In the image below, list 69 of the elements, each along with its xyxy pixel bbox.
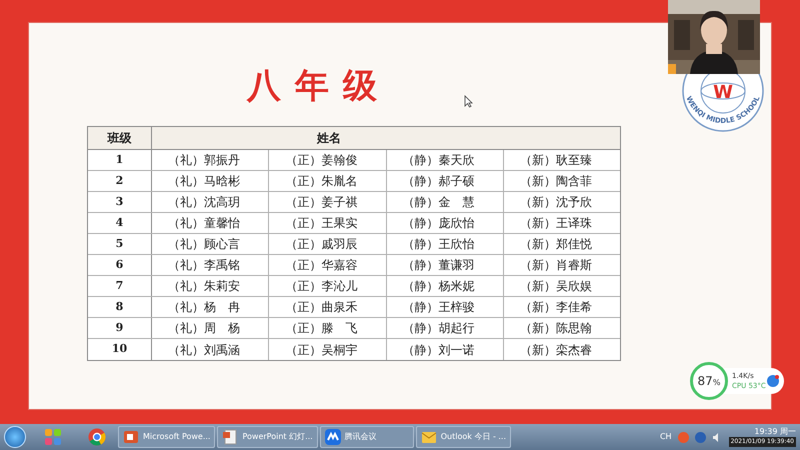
table-cell-text: （新）栾杰睿 <box>518 342 593 358</box>
table-cell: （礼）马晗彬 <box>152 171 270 191</box>
table-cell: （静）胡起行 <box>386 318 504 338</box>
slide-title: 八年级 <box>247 66 391 106</box>
table-cell: 6 <box>88 255 152 275</box>
table-cell: （礼）刘禹涵 <box>152 339 270 360</box>
language-indicator[interactable]: CH <box>660 431 672 443</box>
table-cell: （正）滕 飞 <box>269 318 386 338</box>
start-button[interactable] <box>4 426 26 448</box>
table-cell: 8 <box>88 297 152 317</box>
table-cell-text: （新）沈予欣 <box>518 194 593 211</box>
table-cell: （礼）顾心言 <box>152 234 270 254</box>
document-icon <box>222 429 238 445</box>
table-cell-text: （新）陈思翰 <box>518 320 593 337</box>
taskbar-button[interactable]: Microsoft Powe... <box>118 426 216 448</box>
table-cell: （静）王欣怡 <box>386 234 504 254</box>
table-cell-text: （新）郑佳悦 <box>518 236 593 253</box>
table-cell: （礼）周 杨 <box>152 318 270 338</box>
table-cell-text: （新）肖睿斯 <box>518 257 593 274</box>
table-cell: （静）刘一诺 <box>386 339 504 360</box>
table-cell: （礼）李禹铭 <box>152 255 270 275</box>
table-cell: （静）董谦羽 <box>386 255 504 275</box>
table-cell: 7 <box>88 276 152 296</box>
table-cell: （正）王果实 <box>269 213 386 233</box>
table-cell: （礼）朱莉安 <box>152 276 270 296</box>
taskbar-button[interactable]: Outlook 今日 - ... <box>416 426 512 448</box>
table-cell-text: （新）李佳希 <box>518 299 593 316</box>
envelope-icon <box>420 429 437 445</box>
table-cell: 2 <box>88 171 152 191</box>
table-cell: （礼）郭振丹 <box>152 150 270 170</box>
browser-icon[interactable] <box>88 428 106 446</box>
table-cell: （礼）童馨怡 <box>152 213 270 233</box>
table-cell: 1 <box>88 150 152 170</box>
table-cell: （静）杨米妮 <box>386 276 504 296</box>
speed-icon <box>766 375 779 387</box>
taskbar-button[interactable]: PowerPoint 幻灯... <box>217 426 318 448</box>
table-cell-text: （新）耿至臻 <box>518 152 593 169</box>
table-cell: 9 <box>88 318 152 338</box>
table-cell-text: （新）吴欣娱 <box>518 278 593 295</box>
table-cell-text: （新）王译珠 <box>518 215 593 232</box>
cursor-icon <box>464 95 473 108</box>
table-cell: （静）庞欣怡 <box>386 213 504 233</box>
table-cell: （正）姜翰俊 <box>269 150 386 170</box>
table-cell: （静）郝子硕 <box>386 171 504 191</box>
meeting-icon <box>324 429 341 445</box>
table-cell: （正）李沁儿 <box>269 276 386 296</box>
table-cell: （正）曲泉禾 <box>269 297 386 317</box>
table-cell: 10 <box>88 339 152 360</box>
table-cell: （礼）沈高玥 <box>152 192 270 212</box>
table-cell: （礼）杨 冉 <box>152 297 270 317</box>
table-cell: （正）吴桐宇 <box>269 339 386 360</box>
table-cell: （正）华嘉容 <box>269 255 386 275</box>
table-cell: 4 <box>88 213 152 233</box>
usage-percent: 87% <box>698 373 720 390</box>
column-header: 姓名 <box>316 130 342 147</box>
column-header: 班级 <box>88 127 152 149</box>
clock-time[interactable]: 19:39 周一 <box>754 427 796 437</box>
table-cell: （正）戚羽辰 <box>269 234 386 254</box>
table-cell: （静）王梓骏 <box>386 297 504 317</box>
table-cell-text: （新）陶含菲 <box>518 173 593 190</box>
table-cell: 3 <box>88 192 152 212</box>
table-cell: （静）金 慧 <box>386 192 504 212</box>
table-cell: （静）秦天欣 <box>386 150 504 170</box>
taskbar-button[interactable]: 腾讯会议 <box>320 426 414 448</box>
app-icon[interactable] <box>44 428 62 446</box>
table-cell: （正）姜子祺 <box>269 192 386 212</box>
table-cell: 5 <box>88 234 152 254</box>
presentation-icon <box>123 429 139 445</box>
table-cell: （正）朱胤名 <box>269 171 386 191</box>
